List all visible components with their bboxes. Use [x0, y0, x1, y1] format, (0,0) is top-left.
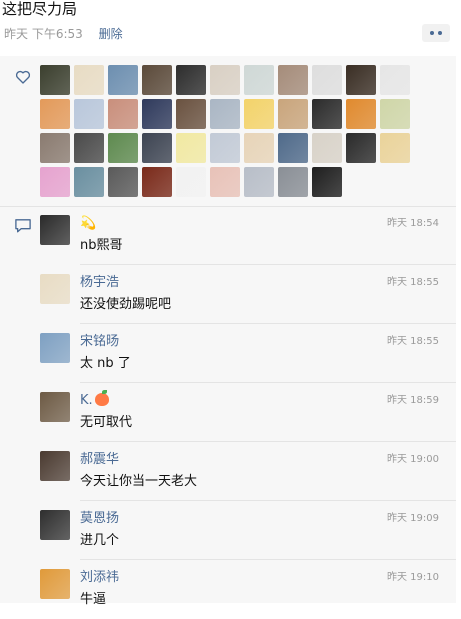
- comment-divider: [80, 323, 456, 324]
- avatar[interactable]: [40, 451, 70, 481]
- avatar[interactable]: [40, 569, 70, 599]
- post-time: 昨天 下午6:53: [4, 27, 83, 41]
- comment-divider: [80, 382, 456, 383]
- liker-avatar[interactable]: [244, 65, 274, 95]
- avatar[interactable]: [40, 333, 70, 363]
- liker-avatar[interactable]: [108, 99, 138, 129]
- liker-avatar[interactable]: [74, 167, 104, 197]
- comment-time: 昨天 19:00: [387, 454, 439, 465]
- comment-divider: [80, 500, 456, 501]
- avatar[interactable]: [40, 392, 70, 422]
- more-options-button[interactable]: [422, 24, 450, 42]
- liker-avatar[interactable]: [108, 65, 138, 95]
- comment-time: 昨天 18:55: [387, 336, 439, 347]
- commenter-name[interactable]: 💫: [80, 215, 96, 233]
- liker-avatar[interactable]: [380, 65, 410, 95]
- liker-avatar[interactable]: [278, 133, 308, 163]
- liker-avatar[interactable]: [74, 65, 104, 95]
- liker-avatar[interactable]: [40, 167, 70, 197]
- comment-row[interactable]: 刘添祎 昨天 19:10 牛逼: [0, 561, 456, 619]
- comment-divider: [80, 559, 456, 560]
- comment-row[interactable]: 杨宇浩 昨天 18:55 还没使劲踢呢吧: [0, 266, 456, 324]
- comment-row[interactable]: K. 昨天 18:59 无可取代: [0, 384, 456, 442]
- heart-icon: [15, 70, 31, 84]
- liker-avatar[interactable]: [312, 133, 342, 163]
- comment-row[interactable]: 郝震华 昨天 19:00 今天让你当一天老大: [0, 443, 456, 501]
- liker-avatar[interactable]: [346, 65, 376, 95]
- liker-avatar[interactable]: [142, 99, 172, 129]
- liker-avatar[interactable]: [142, 167, 172, 197]
- liker-avatar[interactable]: [380, 133, 410, 163]
- liker-avatar[interactable]: [244, 167, 274, 197]
- avatar[interactable]: [40, 510, 70, 540]
- liker-avatar[interactable]: [74, 99, 104, 129]
- commenter-name[interactable]: 郝震华: [80, 451, 119, 469]
- liker-avatar[interactable]: [142, 133, 172, 163]
- liker-avatar[interactable]: [312, 99, 342, 129]
- liker-avatar[interactable]: [210, 99, 240, 129]
- comment-text: 牛逼: [80, 592, 107, 607]
- liker-avatar[interactable]: [176, 99, 206, 129]
- commenter-name[interactable]: 刘添祎: [80, 569, 119, 587]
- liker-avatar[interactable]: [210, 133, 240, 163]
- interaction-panel: 💫 昨天 18:54 nb熙哥 杨宇浩 昨天 18:55 还没使劲踢呢吧 宋铭旸 昨天 18:…: [0, 56, 456, 607]
- liker-avatar[interactable]: [176, 65, 206, 95]
- peach-icon: [94, 390, 109, 406]
- liker-avatar[interactable]: [278, 65, 308, 95]
- avatar[interactable]: [40, 274, 70, 304]
- commenter-name[interactable]: 宋铭旸: [80, 333, 119, 351]
- comment-text: 今天让你当一天老大: [80, 474, 198, 489]
- liker-avatar[interactable]: [142, 65, 172, 95]
- commenter-name[interactable]: K.: [80, 390, 109, 410]
- dot-icon: [438, 31, 442, 35]
- comment-time: 昨天 18:54: [387, 218, 439, 229]
- comment-text: 进几个: [80, 533, 120, 548]
- comment-time: 昨天 18:59: [387, 395, 439, 406]
- comment-time: 昨天 18:55: [387, 277, 439, 288]
- delete-link[interactable]: 删除: [99, 27, 123, 41]
- comment-text: 太 nb 了: [80, 356, 131, 371]
- comment-time: 昨天 19:09: [387, 513, 439, 524]
- liker-avatar[interactable]: [176, 167, 206, 197]
- dot-icon: [430, 31, 434, 35]
- liker-avatar[interactable]: [176, 133, 206, 163]
- liker-avatar[interactable]: [210, 65, 240, 95]
- liker-avatar[interactable]: [210, 167, 240, 197]
- liker-avatar[interactable]: [108, 167, 138, 197]
- comment-divider: [80, 264, 456, 265]
- liker-avatar[interactable]: [380, 99, 410, 129]
- liker-avatar[interactable]: [312, 167, 342, 197]
- post-meta: 昨天 下午6:53 删除: [4, 26, 123, 42]
- avatar[interactable]: [40, 215, 70, 245]
- liker-avatar[interactable]: [278, 99, 308, 129]
- liker-avatar[interactable]: [346, 133, 376, 163]
- comment-row[interactable]: 宋铭旸 昨天 18:55 太 nb 了: [0, 325, 456, 383]
- commenter-name[interactable]: 莫恩扬: [80, 510, 119, 528]
- post-text: 这把尽力局: [2, 0, 78, 18]
- liker-avatar[interactable]: [244, 133, 274, 163]
- liker-avatar[interactable]: [312, 65, 342, 95]
- commenter-name[interactable]: 杨宇浩: [80, 274, 119, 292]
- comment-text: 还没使劲踢呢吧: [80, 297, 172, 312]
- liker-avatar[interactable]: [40, 133, 70, 163]
- liker-avatar[interactable]: [244, 99, 274, 129]
- likes-section: [0, 56, 456, 206]
- liker-avatar[interactable]: [108, 133, 138, 163]
- comment-time: 昨天 19:10: [387, 572, 439, 583]
- liker-avatar[interactable]: [40, 99, 70, 129]
- comment-text: nb熙哥: [80, 238, 123, 253]
- comment-text: 无可取代: [80, 415, 133, 430]
- comment-divider: [80, 441, 456, 442]
- liker-avatar[interactable]: [74, 133, 104, 163]
- liker-avatar[interactable]: [40, 65, 70, 95]
- liker-avatar[interactable]: [278, 167, 308, 197]
- comment-row[interactable]: 💫 昨天 18:54 nb熙哥: [0, 207, 456, 265]
- comment-row[interactable]: 莫恩扬 昨天 19:09 进几个: [0, 502, 456, 560]
- liker-avatar[interactable]: [346, 99, 376, 129]
